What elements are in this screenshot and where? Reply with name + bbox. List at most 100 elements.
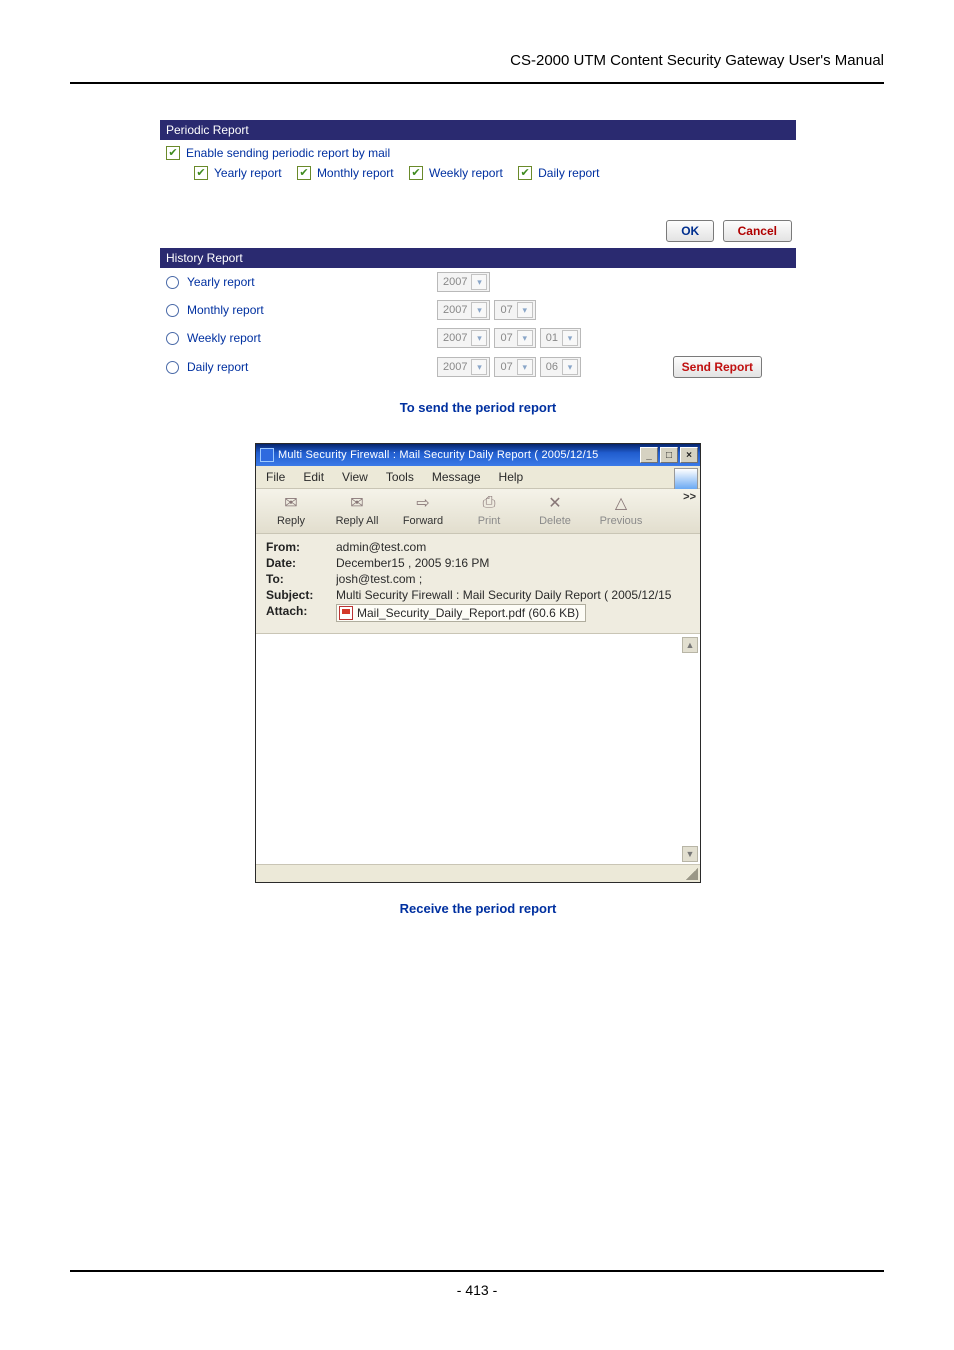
mail-body[interactable]: ▲ ▼ [256,634,700,864]
daily-radio[interactable] [166,361,179,374]
history-daily-label: Daily report [187,360,437,374]
page-footer: - 413 - [0,1282,954,1298]
previous-icon: △ [609,493,633,513]
daily-checkbox[interactable]: ✔ [518,166,532,180]
from-label: From: [266,540,336,554]
maximize-button[interactable]: □ [660,447,678,463]
chevron-down-icon: ▾ [471,330,487,346]
mail-titlebar[interactable]: Multi Security Firewall : Mail Security … [256,444,700,466]
chevron-down-icon: ▾ [562,330,578,346]
to-label: To: [266,572,336,586]
content-area: Periodic Report ✔ Enable sending periodi… [160,120,796,944]
monthly-month-select[interactable]: 07▾ [494,300,535,320]
periodic-report-header: Periodic Report [160,120,796,140]
yearly-year-select[interactable]: 2007▾ [437,272,490,292]
history-monthly-label: Monthly report [187,303,437,317]
history-report-header: History Report [160,248,796,268]
chevron-down-icon: ▾ [471,302,487,318]
app-logo-icon [674,468,698,490]
send-report-button[interactable]: Send Report [673,356,762,378]
print-icon: ⎙ [477,493,501,513]
previous-button[interactable]: △ Previous [588,491,654,529]
subject-value: Multi Security Firewall : Mail Security … [336,588,690,602]
weekly-year-select[interactable]: 2007▾ [437,328,490,348]
chevron-down-icon: ▾ [517,359,533,375]
header-rule [70,82,884,84]
monthly-label: Monthly report [317,166,394,180]
reply-all-button[interactable]: ✉ Reply All [324,491,390,529]
enable-periodic-label: Enable sending periodic report by mail [186,146,390,160]
menu-message[interactable]: Message [432,470,481,484]
yearly-checkbox[interactable]: ✔ [194,166,208,180]
attach-label: Attach: [266,604,336,623]
toolbar-expand-button[interactable]: >> [683,491,696,503]
daily-year-select[interactable]: 2007▾ [437,357,490,377]
forward-icon: ⇨ [411,493,435,513]
to-value: josh@test.com ; [336,572,690,586]
attachment-chip[interactable]: Mail_Security_Daily_Report.pdf (60.6 KB) [336,604,586,622]
monthly-radio[interactable] [166,304,179,317]
menu-file[interactable]: File [266,470,285,484]
daily-day-select[interactable]: 06▾ [540,357,581,377]
yearly-label: Yearly report [214,166,282,180]
menu-view[interactable]: View [342,470,368,484]
menu-edit[interactable]: Edit [303,470,324,484]
chevron-down-icon: ▾ [471,359,487,375]
from-value: admin@test.com [336,540,690,554]
ok-cancel-row: OK Cancel [160,220,796,242]
ok-button[interactable]: OK [666,220,714,242]
mail-title: Multi Security Firewall : Mail Security … [278,449,640,461]
chevron-down-icon: ▾ [517,302,533,318]
yearly-radio[interactable] [166,276,179,289]
subject-label: Subject: [266,588,336,602]
menu-tools[interactable]: Tools [386,470,414,484]
history-weekly-label: Weekly report [187,331,437,345]
history-daily-row: Daily report 2007▾ 07▾ 06▾ Send Report [160,352,796,382]
periodic-report-body: ✔ Enable sending periodic report by mail… [160,140,796,196]
forward-button[interactable]: ⇨ Forward [390,491,456,529]
scroll-up-button[interactable]: ▲ [682,637,698,653]
history-yearly-row: Yearly report 2007▾ [160,268,796,296]
date-label: Date: [266,556,336,570]
mail-toolbar: ✉ Reply ✉ Reply All ⇨ Forward ⎙ Print ✕ [256,489,700,534]
daily-month-select[interactable]: 07▾ [494,357,535,377]
weekly-checkbox[interactable]: ✔ [409,166,423,180]
menu-help[interactable]: Help [499,470,524,484]
minimize-button[interactable]: _ [640,447,658,463]
reply-all-icon: ✉ [345,493,369,513]
chevron-down-icon: ▾ [562,359,578,375]
caption-receive: Receive the period report [160,901,796,916]
reply-button[interactable]: ✉ Reply [258,491,324,529]
history-yearly-label: Yearly report [187,275,437,289]
history-weekly-row: Weekly report 2007▾ 07▾ 01▾ [160,324,796,352]
delete-button[interactable]: ✕ Delete [522,491,588,529]
mail-menu-bar: File Edit View Tools Message Help [256,466,700,489]
monthly-year-select[interactable]: 2007▾ [437,300,490,320]
print-button[interactable]: ⎙ Print [456,491,522,529]
mail-status-bar [256,864,700,882]
date-value: December15 , 2005 9:16 PM [336,556,690,570]
scroll-down-button[interactable]: ▼ [682,846,698,862]
attachment-name: Mail_Security_Daily_Report.pdf (60.6 KB) [357,606,579,620]
delete-icon: ✕ [543,493,567,513]
mail-headers: From:admin@test.com Date:December15 , 20… [256,534,700,634]
weekly-radio[interactable] [166,332,179,345]
cancel-button[interactable]: Cancel [723,220,792,242]
weekly-month-select[interactable]: 07▾ [494,328,535,348]
enable-periodic-checkbox[interactable]: ✔ [166,146,180,160]
resize-grip-icon[interactable] [686,868,698,880]
caption-send: To send the period report [160,400,796,415]
reply-icon: ✉ [279,493,303,513]
mail-app-icon [260,448,274,462]
history-report-body: Yearly report 2007▾ Monthly report 2007▾… [160,268,796,382]
page-header: CS-2000 UTM Content Security Gateway Use… [0,52,954,79]
history-monthly-row: Monthly report 2007▾ 07▾ [160,296,796,324]
chevron-down-icon: ▾ [517,330,533,346]
close-button[interactable]: × [680,447,698,463]
monthly-checkbox[interactable]: ✔ [297,166,311,180]
chevron-down-icon: ▾ [471,274,487,290]
pdf-icon [339,606,353,620]
weekly-week-select[interactable]: 01▾ [540,328,581,348]
daily-label: Daily report [538,166,599,180]
footer-rule [70,1270,884,1272]
